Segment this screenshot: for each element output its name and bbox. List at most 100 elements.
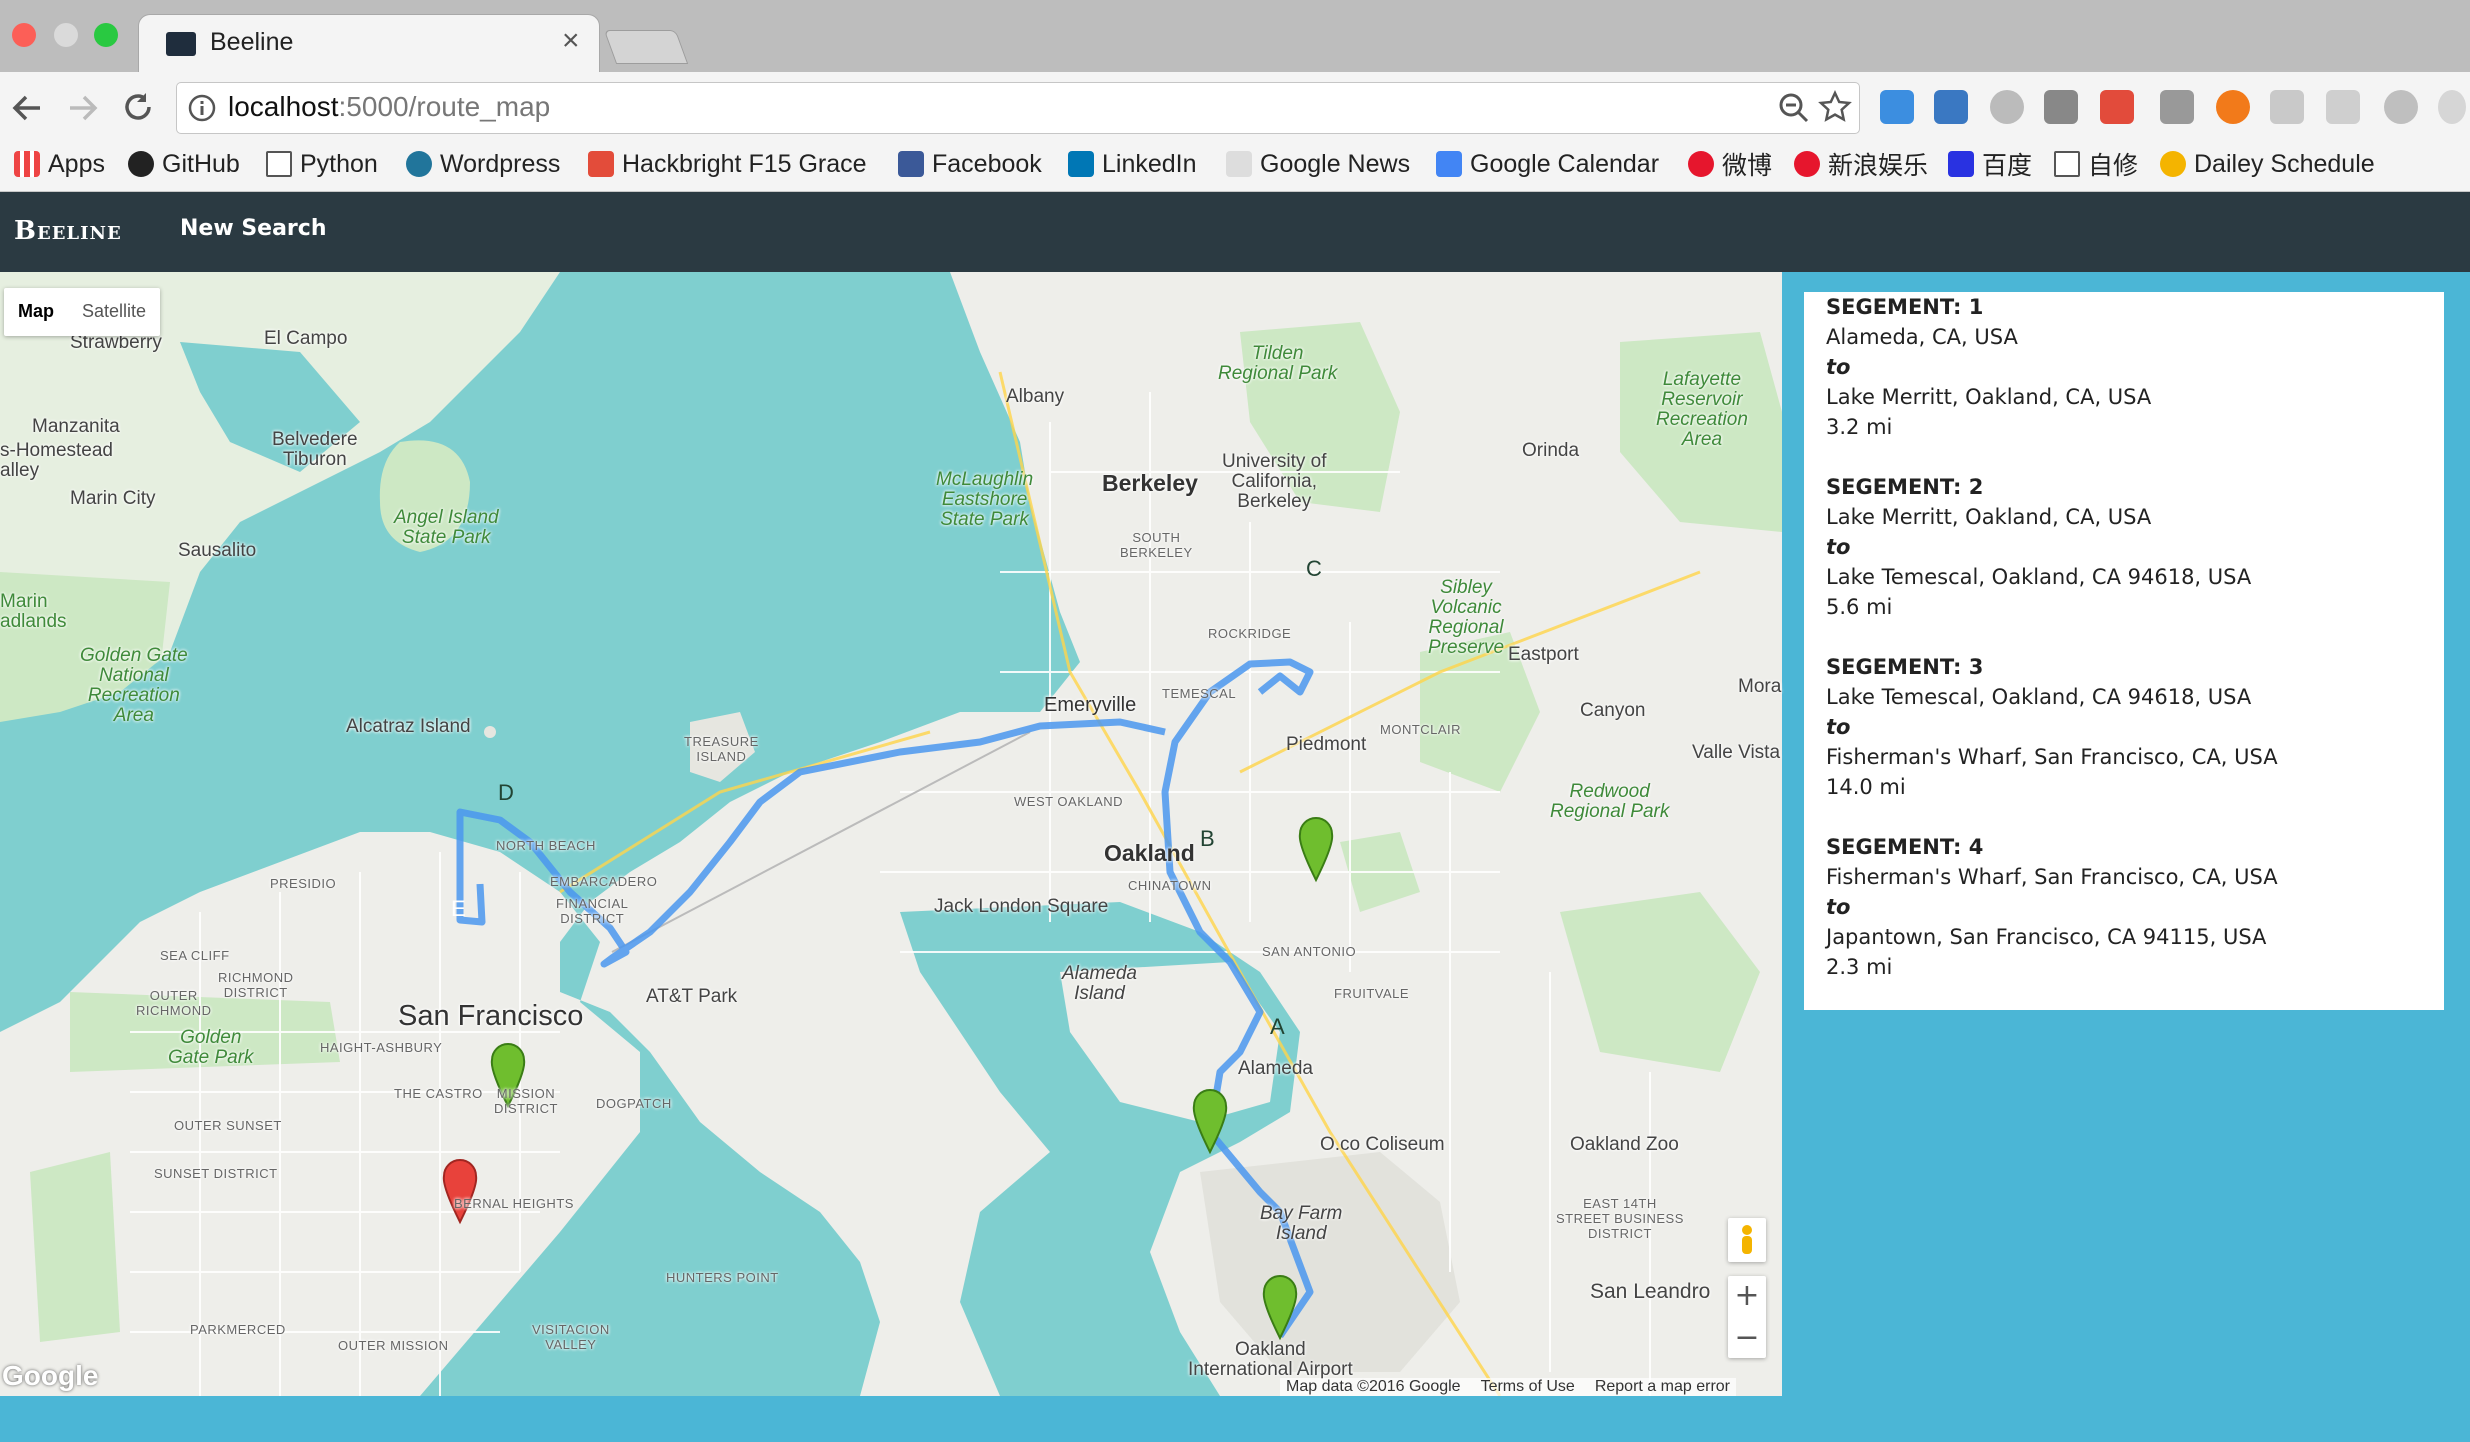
- tab-close-icon[interactable]: ×: [562, 26, 580, 56]
- minimize-window-button[interactable]: [54, 23, 78, 47]
- map-label: CHINATOWN: [1128, 878, 1212, 893]
- bookmark-google-news[interactable]: Google News: [1226, 150, 1410, 178]
- street-view-pegman-icon[interactable]: [1728, 1218, 1766, 1262]
- segment-title: SEGEMENT: 1: [1826, 295, 1984, 319]
- news-icon: [1226, 151, 1252, 177]
- map-label: Canyon: [1580, 700, 1646, 721]
- bookmark-google-calendar[interactable]: Google Calendar: [1436, 150, 1659, 178]
- reload-icon[interactable]: [122, 90, 156, 124]
- segment-distance: 14.0 mi: [1826, 775, 1906, 799]
- map-label: HAIGHT-ASHBURY: [320, 1040, 443, 1055]
- segment-distance: 5.6 mi: [1826, 595, 1893, 619]
- browser-tab[interactable]: [138, 14, 600, 74]
- map-label: PARKMERCED: [190, 1322, 286, 1337]
- map-label: Mora: [1738, 676, 1782, 697]
- bookmark-linkedin[interactable]: LinkedIn: [1068, 150, 1197, 178]
- new-tab-button[interactable]: [603, 30, 689, 64]
- map-label: Orinda: [1522, 440, 1580, 461]
- profile-icon[interactable]: [2438, 90, 2466, 124]
- extension-3-icon[interactable]: [1990, 90, 2024, 124]
- report-map-error-link[interactable]: Report a map error: [1595, 1378, 1730, 1396]
- map-data-credit: Map data ©2016 Google: [1286, 1378, 1461, 1395]
- bookmark-sina-ent[interactable]: 新浪娱乐: [1794, 150, 1928, 180]
- back-arrow-icon[interactable]: [10, 92, 44, 124]
- map-label: Tilden Regional Park: [1218, 343, 1338, 384]
- bookmark-dailey-schedule[interactable]: Dailey Schedule: [2160, 150, 2375, 178]
- bookmark-python[interactable]: Python: [266, 150, 378, 178]
- camera-icon[interactable]: [2160, 90, 2194, 124]
- map-label: Manzanita: [32, 416, 120, 437]
- map-label: DOGPATCH: [596, 1096, 672, 1111]
- map-label: Golden Gate Park: [168, 1027, 254, 1068]
- zoom-out-button[interactable]: −: [1728, 1318, 1766, 1358]
- segment-to: Lake Merritt, Oakland, CA, USA: [1826, 385, 2152, 409]
- terms-of-use-link[interactable]: Terms of Use: [1481, 1378, 1575, 1396]
- map-label: PRESIDIO: [270, 876, 337, 891]
- map-label: Eastport: [1508, 644, 1579, 665]
- map-label: TEMESCAL: [1162, 686, 1237, 701]
- bookmark-apps[interactable]: Apps: [14, 150, 105, 178]
- segment-distance: 2.3 mi: [1826, 955, 1893, 979]
- map-label: Piedmont: [1286, 734, 1367, 755]
- wordpress-icon: [406, 151, 432, 177]
- map-label: Alameda Island: [1062, 963, 1137, 1004]
- bookmark-hackbright[interactable]: Hackbright F15 Grace: [588, 150, 867, 178]
- close-window-button[interactable]: [12, 23, 36, 47]
- sina-icon: [1794, 151, 1820, 177]
- google-logo: Google: [2, 1360, 99, 1391]
- forward-arrow-icon[interactable]: [66, 92, 100, 124]
- segment-2: SEGEMENT: 2 Lake Merritt, Oakland, CA, U…: [1826, 472, 2251, 622]
- bookmark-wordpress[interactable]: Wordpress: [406, 150, 560, 178]
- map-label: Redwood Regional Park: [1550, 781, 1670, 822]
- bookmark-baidu[interactable]: 百度: [1948, 150, 2032, 180]
- maximize-window-button[interactable]: [94, 23, 118, 47]
- zoom-in-button[interactable]: +: [1728, 1276, 1766, 1316]
- segment-title: SEGEMENT: 2: [1826, 475, 1984, 499]
- brand-logo[interactable]: Beeline: [14, 216, 122, 246]
- map-label: SAN ANTONIO: [1262, 944, 1357, 959]
- extension-1-icon[interactable]: [1880, 90, 1914, 124]
- map-label: El Campo: [264, 328, 348, 349]
- extension-9-icon[interactable]: [2384, 90, 2418, 124]
- extension-5-icon[interactable]: [2100, 90, 2134, 124]
- bookmark-weibo[interactable]: 微博: [1688, 150, 1772, 180]
- segment-from: Lake Temescal, Oakland, CA 94618, USA: [1826, 685, 2252, 709]
- new-search-link[interactable]: New Search: [180, 216, 326, 241]
- info-icon[interactable]: [188, 94, 216, 122]
- extension-2-icon[interactable]: [1934, 90, 1968, 124]
- bookmark-github[interactable]: GitHub: [128, 150, 240, 178]
- map-label: OUTER MISSION: [338, 1338, 449, 1353]
- url-text[interactable]: localhost:5000/route_map: [228, 91, 550, 123]
- bookmark-facebook[interactable]: Facebook: [898, 150, 1042, 178]
- map-label: FINANCIAL DISTRICT: [556, 896, 629, 926]
- map-label: OUTER SUNSET: [174, 1118, 282, 1133]
- map-canvas[interactable]: [0, 272, 1782, 1396]
- map-label: MISSION DISTRICT: [494, 1086, 558, 1116]
- zoom-icon[interactable]: [1778, 92, 1810, 124]
- bookmark-self-study[interactable]: 自修: [2054, 150, 2138, 180]
- bookmark-star-icon[interactable]: [1818, 90, 1852, 124]
- map-type-satellite-button[interactable]: Satellite: [68, 288, 160, 336]
- segment-1: SEGEMENT: 1 Alameda, CA, USA to Lake Mer…: [1826, 292, 2151, 442]
- route-map[interactable]: [0, 272, 1782, 1396]
- marker-b-label: B: [1200, 826, 1215, 851]
- map-label: THE CASTRO: [394, 1086, 483, 1101]
- map-label: Belvedere Tiburon: [272, 429, 358, 470]
- extension-4-icon[interactable]: [2044, 90, 2078, 124]
- map-label: WEST OAKLAND: [1014, 794, 1124, 809]
- map-label: Jack London Square: [934, 896, 1109, 917]
- extension-7-icon[interactable]: [2270, 90, 2304, 124]
- extension-6-icon[interactable]: [2216, 90, 2250, 124]
- zoom-control: + −: [1728, 1276, 1766, 1358]
- map-label: Marin City: [70, 488, 156, 509]
- map-label: RICHMOND DISTRICT: [218, 970, 294, 1000]
- map-type-map-button[interactable]: Map: [4, 288, 68, 336]
- segment-to: Fisherman's Wharf, San Francisco, CA, US…: [1826, 745, 2278, 769]
- linkedin-icon: [1068, 151, 1094, 177]
- map-label: Sibley Volcanic Regional Preserve: [1428, 577, 1505, 658]
- map-label: alley: [0, 460, 40, 481]
- map-label: Marin adlands: [0, 591, 67, 632]
- extension-8-icon[interactable]: [2326, 90, 2360, 124]
- segment-to-label: to: [1826, 895, 1851, 919]
- map-type-control: Map Satellite: [4, 288, 161, 336]
